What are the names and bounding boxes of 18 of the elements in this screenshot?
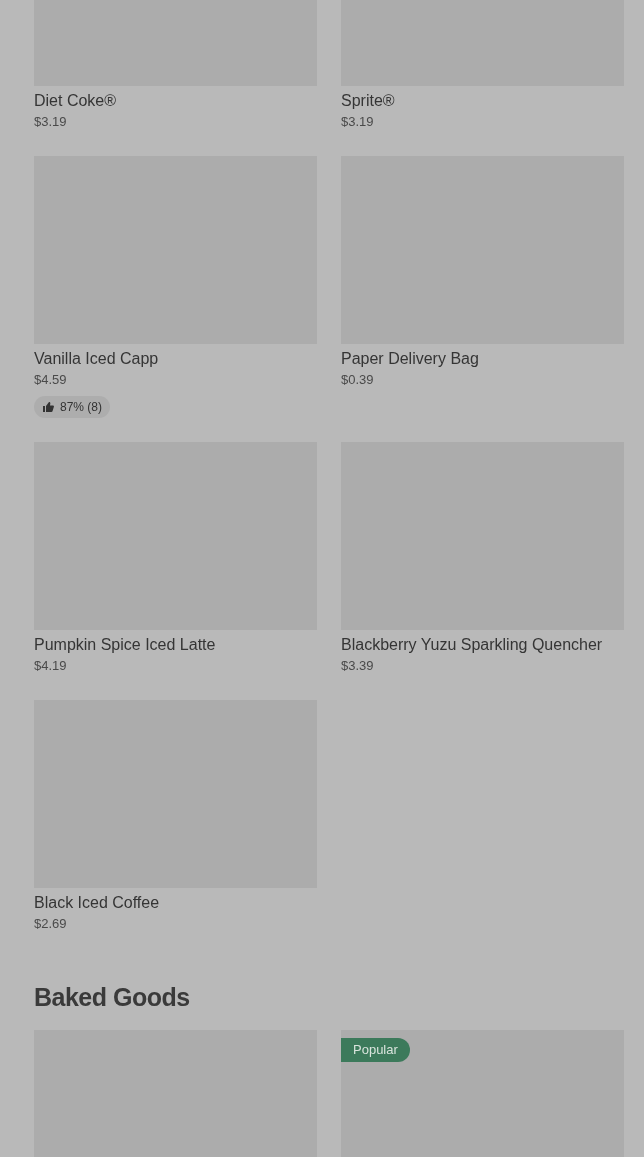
item-price: $3.19 [34,113,68,131]
item-price: $2.69 [34,915,68,933]
item-name[interactable]: Pumpkin Spice Iced Latte [34,634,317,656]
item-name[interactable]: Paper Delivery Bag [341,348,624,370]
thumbs-up-icon [42,401,54,413]
item-price: $0.39 [341,371,375,389]
section-heading: Baked Goods [34,982,191,1012]
item-name[interactable]: Blackberry Yuzu Sparkling Quencher [341,634,624,656]
item-name[interactable]: Diet Coke® [34,90,317,112]
item-price: $4.19 [34,657,68,675]
item-price: $4.59 [34,371,68,389]
item-name[interactable]: Black Iced Coffee [34,892,317,914]
item-price: $3.19 [341,113,375,131]
item-price: $3.39 [341,657,375,675]
popular-badge: Popular [341,1038,410,1062]
item-name[interactable]: Vanilla Iced Capp [34,348,317,370]
rating-badge: 87% (8) [34,396,111,418]
item-name[interactable]: Sprite® [341,90,624,112]
